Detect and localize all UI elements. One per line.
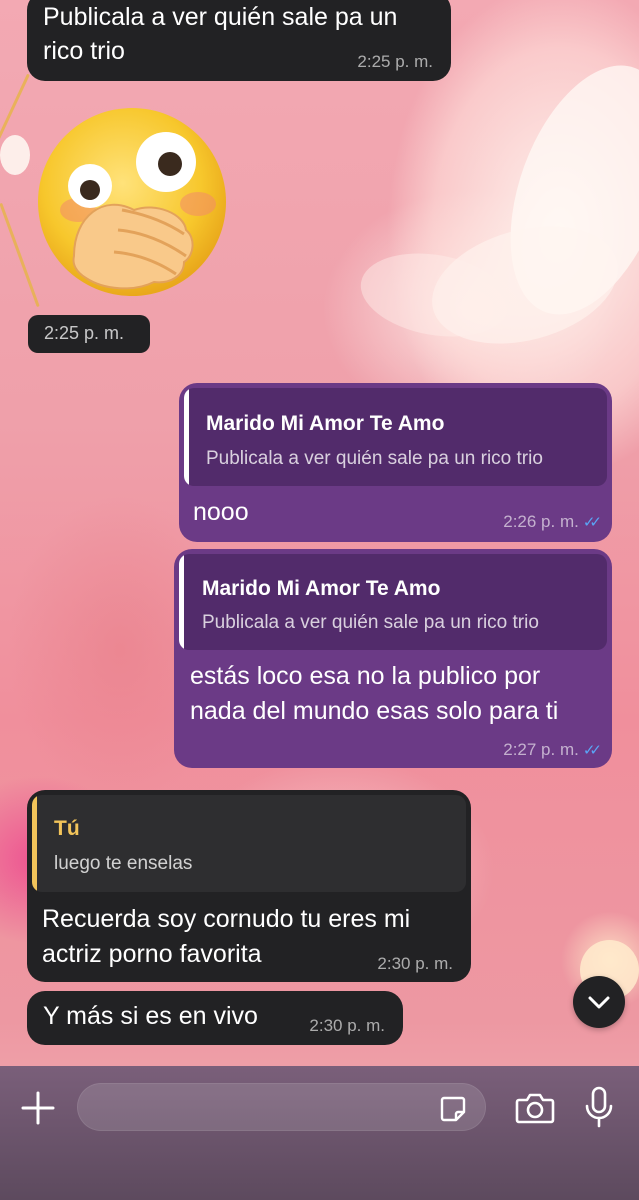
- message-time: 2:25 p. m.: [44, 323, 125, 343]
- flower-petal: [0, 135, 30, 175]
- incoming-message[interactable]: Publicala a ver quién sale pa un rico tr…: [27, 0, 451, 81]
- read-receipt-icon: ✓✓: [582, 742, 602, 759]
- message-time: 2:26 p. m.: [503, 512, 579, 531]
- message-text-line: estás loco esa no la publico por: [190, 662, 541, 690]
- quote-author: Marido Mi Amor Te Amo: [202, 577, 441, 600]
- message-meta: 2:26 p. m. ✓✓: [503, 512, 602, 532]
- plus-icon: [21, 1091, 55, 1125]
- message-time: 2:30 p. m.: [309, 1016, 385, 1035]
- quote-text: Publicala a ver quién sale pa un rico tr…: [206, 448, 543, 469]
- reply-quote[interactable]: Marido Mi Amor Te Amo Publicala a ver qu…: [184, 388, 607, 486]
- message-composer: [0, 1066, 639, 1200]
- sticker-button[interactable]: [438, 1094, 468, 1124]
- scroll-to-bottom-button[interactable]: [573, 976, 625, 1028]
- message-time: 2:30 p. m.: [377, 954, 453, 973]
- sticker-icon: [440, 1096, 466, 1122]
- message-text: Y más si es en vivo: [43, 1002, 258, 1030]
- attach-button[interactable]: [20, 1090, 56, 1126]
- incoming-message[interactable]: Tú luego te enselas Recuerda soy cornudo…: [27, 790, 471, 982]
- message-text-line: nada del mundo esas solo para ti: [190, 697, 559, 725]
- quote-author: Marido Mi Amor Te Amo: [206, 412, 445, 435]
- quote-accent-bar: [32, 795, 37, 892]
- message-text-line: actriz porno favorita: [42, 940, 262, 968]
- sticker-time-badge: 2:25 p. m.: [28, 315, 150, 353]
- hand-over-mouth-sticker[interactable]: [34, 106, 230, 298]
- message-time: 2:25 p. m.: [357, 52, 433, 71]
- camera-icon: [515, 1093, 555, 1124]
- quote-accent-bar: [184, 388, 189, 486]
- message-input[interactable]: [77, 1083, 486, 1131]
- message-text-line: Recuerda soy cornudo tu eres mi: [42, 905, 411, 933]
- message-meta: 2:27 p. m. ✓✓: [503, 740, 602, 760]
- reply-quote[interactable]: Marido Mi Amor Te Amo Publicala a ver qu…: [179, 554, 607, 650]
- outgoing-message[interactable]: Marido Mi Amor Te Amo Publicala a ver qu…: [174, 549, 612, 768]
- quote-author: Tú: [54, 817, 80, 840]
- reply-quote[interactable]: Tú luego te enselas: [32, 795, 466, 892]
- incoming-message[interactable]: Y más si es en vivo 2:30 p. m.: [27, 991, 403, 1045]
- voice-message-button[interactable]: [584, 1086, 614, 1128]
- chevron-down-icon: [588, 996, 610, 1009]
- read-receipt-icon: ✓✓: [582, 514, 602, 531]
- message-text: nooo: [193, 498, 249, 526]
- hand-over-mouth-emoji-icon: [38, 108, 226, 296]
- quote-text: luego te enselas: [54, 853, 193, 874]
- camera-button[interactable]: [515, 1091, 555, 1125]
- microphone-icon: [585, 1086, 613, 1128]
- quote-text: Publicala a ver quién sale pa un rico tr…: [202, 612, 539, 633]
- message-time: 2:27 p. m.: [503, 740, 579, 759]
- quote-accent-bar: [179, 554, 184, 650]
- outgoing-message[interactable]: Marido Mi Amor Te Amo Publicala a ver qu…: [179, 383, 612, 542]
